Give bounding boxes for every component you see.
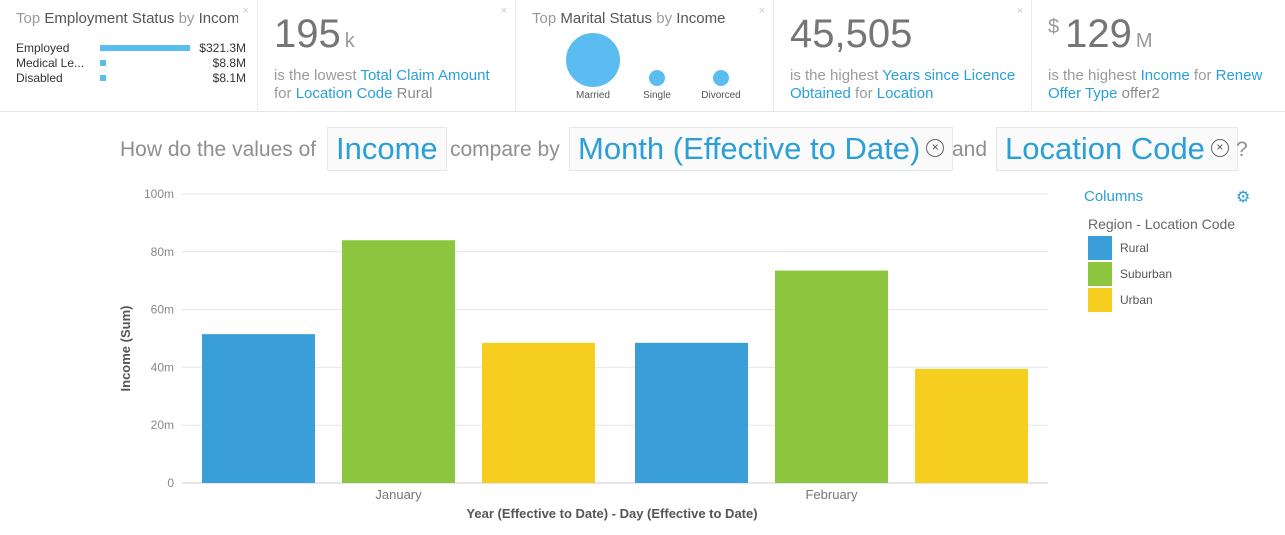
employment-label: Medical Le... [16,56,85,70]
metric-value: 45,505 [790,12,913,56]
legend-subtitle: Region - Location Code [1088,216,1236,232]
card-highest-income[interactable]: $129 M is the highest Income for Renew Of… [1032,0,1285,112]
close-icon[interactable]: × [243,5,249,17]
remove-icon[interactable]: × [1210,138,1229,157]
y-tick-label: 80m [151,245,174,259]
legend-swatch [1088,288,1112,312]
y-tick-label: 20m [151,418,174,432]
field-link[interactable]: Total Claim Amount [360,67,489,84]
employment-value: $8.8M [212,56,246,70]
question-and: and [952,138,988,161]
card-title: Top Employment Status by Income [16,10,238,27]
employment-label: Disabled [16,71,63,85]
bubble-label: Divorced [701,90,741,101]
measure-selector[interactable]: Income [327,127,447,171]
card-title: Top Marital Status by Income [532,10,726,27]
question-mid: compare by [450,138,560,161]
x-tick-label: February [805,487,858,502]
metric-sentence: is the highest Income for Renew Offer Ty… [1048,67,1263,102]
card-highest-licence[interactable]: × 45,505 is the highest Years since Lice… [774,0,1032,112]
card-lowest-claim[interactable]: × 195 k is the lowest Total Claim Amount … [258,0,516,112]
metric-value: $129 M [1048,12,1153,56]
metric-value: 195 k [274,12,355,56]
legend-header[interactable]: Columns [1084,188,1143,205]
insight-cards: × Top Employment Status by Income Employ… [0,0,1285,112]
y-tick-label: 0 [167,476,174,490]
bubble-married[interactable] [566,33,620,87]
bar-suburban[interactable] [342,240,455,483]
dimension-selector-location[interactable]: Location Code × [996,127,1238,171]
group-link[interactable]: Location Code [296,85,393,102]
employment-row[interactable]: Employed $321.3M [16,41,246,55]
legend-label: Suburban [1120,267,1173,281]
close-icon[interactable]: × [501,5,507,17]
field-link[interactable]: Income [1141,67,1190,84]
bar-urban[interactable] [482,342,595,483]
y-axis-label: Income (Sum) [118,306,133,392]
legend-swatch [1088,262,1112,286]
dimension-selector-month[interactable]: Month (Effective to Date) × [569,127,954,171]
y-tick-label: 100m [144,187,174,201]
bubble-label: Married [576,90,610,101]
employment-value: $321.3M [199,41,246,55]
employment-row[interactable]: Medical Le... $8.8M [16,56,246,70]
bar-chart: 0 20m 40m 60m 80m 100m January February Year (Ef… [118,187,1048,521]
employment-bar [100,45,190,51]
dimension-label: Month (Effective to Date) [578,131,921,166]
bubble-single[interactable] [649,70,665,86]
employment-value: $8.1M [212,71,246,85]
metric-sentence: is the lowest Total Claim Amount for Loc… [274,67,490,102]
x-axis-label: Year (Effective to Date) - Day (Effectiv… [466,506,757,521]
y-tick-label: 40m [151,360,174,374]
bar-suburban[interactable] [775,270,888,483]
employment-bar [100,75,106,81]
gear-icon[interactable]: ⚙ [1236,187,1250,207]
bar-rural[interactable] [202,334,315,483]
bubble-label: Single [643,90,671,101]
card-employment-status[interactable]: × Top Employment Status by Income Employ… [0,0,258,112]
employment-label: Employed [16,41,70,55]
dimension-label: Location Code [1005,131,1205,166]
remove-icon[interactable]: × [926,138,945,157]
legend-swatch [1088,236,1112,260]
bar-urban[interactable] [915,368,1028,483]
measure-label: Income [336,131,438,166]
x-tick-label: January [375,487,422,502]
legend-label: Rural [1120,241,1149,255]
legend-label: Urban [1120,293,1153,307]
bar-rural[interactable] [635,342,748,483]
close-icon[interactable]: × [759,5,765,17]
metric-sentence: is the highest Years since Licence Obtai… [790,67,1016,102]
close-icon[interactable]: × [1017,5,1023,17]
group-link[interactable]: Location [877,85,934,102]
card-marital-status[interactable]: × Top Marital Status by Income Married S… [516,0,774,112]
employment-bar [100,60,106,66]
question-prefix: How do the values of [120,138,317,161]
y-tick-label: 60m [151,303,174,317]
bubble-divorced[interactable] [713,70,729,86]
question-suffix: ? [1236,138,1248,161]
employment-row[interactable]: Disabled $8.1M [16,71,246,85]
